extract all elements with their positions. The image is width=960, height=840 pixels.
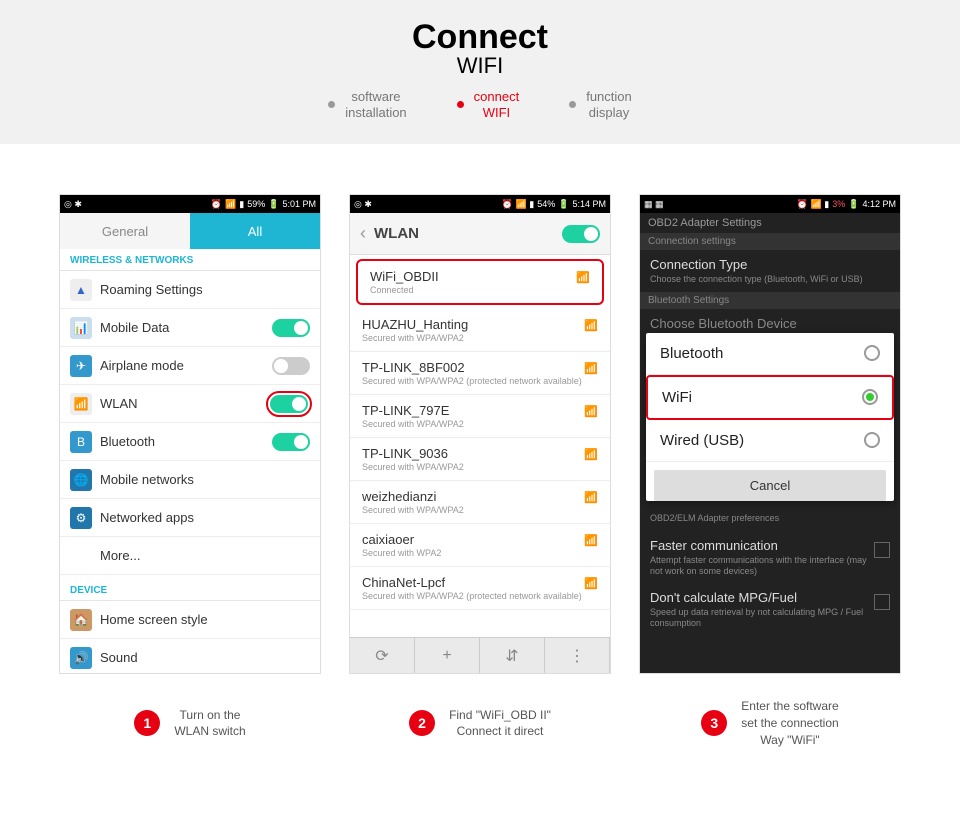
- network-item[interactable]: ChinaNet-LpcfSecured with WPA/WPA2 (prot…: [350, 567, 610, 610]
- network-item[interactable]: TP-LINK_9036Secured with WPA/WPA2📶: [350, 438, 610, 481]
- wifi-icon: 📶: [225, 199, 236, 210]
- step-badge: 2: [409, 710, 435, 736]
- nav-steps: softwareinstallation connectWIFI functio…: [0, 89, 960, 120]
- signal-icon: ▮: [239, 199, 244, 210]
- network-item[interactable]: TP-LINK_797ESecured with WPA/WPA2📶: [350, 395, 610, 438]
- status-bar: ▦ ▦⏰ 📶 ▮3%🔋4:12 PM: [640, 195, 900, 213]
- caption-2: 2 Find "WiFi_OBD II"Connect it direct: [349, 698, 611, 748]
- alarm-icon: ⏰: [211, 199, 222, 210]
- option-wifi[interactable]: WiFi: [646, 375, 894, 420]
- row-roaming[interactable]: ▲Roaming Settings: [60, 271, 320, 309]
- row-bluetooth[interactable]: BBluetooth: [60, 423, 320, 461]
- bottom-toolbar: ⟳ + ⇵ ⋮: [350, 637, 610, 673]
- network-wifi-obdii[interactable]: WiFi_OBDIIConnected📶: [356, 259, 604, 305]
- nav-step-function[interactable]: functiondisplay: [569, 89, 632, 120]
- wifi-icon: 📶: [584, 448, 598, 461]
- item-faster-comm[interactable]: Faster communicationAttempt faster commu…: [640, 531, 900, 584]
- option-wired[interactable]: Wired (USB): [646, 420, 894, 462]
- wlan-header: ‹ WLAN: [350, 213, 610, 255]
- screenshot-obd-settings: ▦ ▦⏰ 📶 ▮3%🔋4:12 PM OBD2 Adapter Settings…: [639, 194, 901, 674]
- row-home-style[interactable]: 🏠Home screen style: [60, 601, 320, 639]
- refresh-icon[interactable]: ⟳: [350, 638, 415, 673]
- dot-icon: [328, 101, 335, 108]
- page-header: Connect WIFI softwareinstallation connec…: [0, 0, 960, 144]
- network-item[interactable]: weizhedianziSecured with WPA/WPA2📶: [350, 481, 610, 524]
- item-adapter-pref: OBD2/ELM Adapter preferences: [640, 509, 900, 531]
- header-title: Connect: [0, 18, 960, 57]
- network-item[interactable]: HUAZHU_HantingSecured with WPA/WPA2📶: [350, 309, 610, 352]
- wps-icon[interactable]: ⇵: [480, 638, 545, 673]
- row-mobile-data[interactable]: 📊Mobile Data: [60, 309, 320, 347]
- wifi-icon: 📶: [584, 534, 598, 547]
- checkbox-icon[interactable]: [874, 542, 890, 558]
- status-bar: ◎ ✱ ⏰ 📶 ▮ 59% 🔋 5:01 PM: [60, 195, 320, 213]
- step-badge: 3: [701, 710, 727, 736]
- screenshot-wlan-list: ◎ ✱ ⏰ 📶 ▮54%🔋5:14 PM ‹ WLAN WiFi_OBDIICo…: [349, 194, 611, 674]
- wifi-icon: 📶: [584, 577, 598, 590]
- toggle-mobile-data[interactable]: [272, 319, 310, 337]
- section-bluetooth: Bluetooth Settings: [640, 292, 900, 309]
- toggle-wlan-master[interactable]: [562, 225, 600, 243]
- connection-dialog: Bluetooth WiFi Wired (USB) Cancel: [646, 333, 894, 501]
- row-more[interactable]: More...: [60, 537, 320, 575]
- wifi-icon: 📶: [584, 362, 598, 375]
- back-icon[interactable]: ‹: [360, 223, 366, 244]
- toggle-airplane[interactable]: [272, 357, 310, 375]
- radio-icon: [862, 389, 878, 405]
- obd-title: OBD2 Adapter Settings: [640, 213, 900, 233]
- section-device: DEVICE: [60, 579, 320, 601]
- nav-step-software[interactable]: softwareinstallation: [328, 89, 406, 120]
- wlan-title: WLAN: [374, 225, 554, 242]
- header-subtitle: WIFI: [0, 53, 960, 79]
- item-connection-type[interactable]: Connection TypeChoose the connection typ…: [640, 250, 900, 292]
- nav-step-wifi[interactable]: connectWIFI: [457, 89, 520, 120]
- menu-icon[interactable]: ⋮: [545, 638, 610, 673]
- screenshots-row: ◎ ✱ ⏰ 📶 ▮ 59% 🔋 5:01 PM General All WIRE…: [0, 144, 960, 694]
- tabs: General All: [60, 213, 320, 249]
- radio-icon: [864, 345, 880, 361]
- cancel-button[interactable]: Cancel: [654, 470, 886, 501]
- dot-icon: [457, 101, 464, 108]
- toggle-wlan[interactable]: [270, 395, 308, 413]
- radio-icon: [864, 432, 880, 448]
- caption-1: 1 Turn on theWLAN switch: [59, 698, 321, 748]
- section-connection: Connection settings: [640, 233, 900, 250]
- wifi-icon: 📶: [576, 271, 590, 284]
- row-networked-apps[interactable]: ⚙Networked apps: [60, 499, 320, 537]
- caption-3: 3 Enter the softwareset the connectionWa…: [639, 698, 901, 748]
- tab-all[interactable]: All: [190, 213, 320, 249]
- step-badge: 1: [134, 710, 160, 736]
- status-bar: ◎ ✱ ⏰ 📶 ▮54%🔋5:14 PM: [350, 195, 610, 213]
- section-wireless: WIRELESS & NETWORKS: [60, 249, 320, 271]
- row-mobile-networks[interactable]: 🌐Mobile networks: [60, 461, 320, 499]
- network-item[interactable]: TP-LINK_8BF002Secured with WPA/WPA2 (pro…: [350, 352, 610, 395]
- wifi-icon: 📶: [584, 405, 598, 418]
- captions-row: 1 Turn on theWLAN switch 2 Find "WiFi_OB…: [0, 694, 960, 778]
- item-mpg[interactable]: Don't calculate MPG/FuelSpeed up data re…: [640, 583, 900, 636]
- option-bluetooth[interactable]: Bluetooth: [646, 333, 894, 375]
- screenshot-settings: ◎ ✱ ⏰ 📶 ▮ 59% 🔋 5:01 PM General All WIRE…: [59, 194, 321, 674]
- wifi-icon: 📶: [584, 319, 598, 332]
- tab-general[interactable]: General: [60, 213, 190, 249]
- network-item[interactable]: caixiaoerSecured with WPA2📶: [350, 524, 610, 567]
- dot-icon: [569, 101, 576, 108]
- row-wlan[interactable]: 📶WLAN: [60, 385, 320, 423]
- row-airplane[interactable]: ✈Airplane mode: [60, 347, 320, 385]
- row-sound[interactable]: 🔊Sound: [60, 639, 320, 674]
- item-bt-device[interactable]: Choose Bluetooth Device: [640, 309, 900, 333]
- add-icon[interactable]: +: [415, 638, 480, 673]
- wifi-icon: 📶: [584, 491, 598, 504]
- checkbox-icon[interactable]: [874, 594, 890, 610]
- toggle-bluetooth[interactable]: [272, 433, 310, 451]
